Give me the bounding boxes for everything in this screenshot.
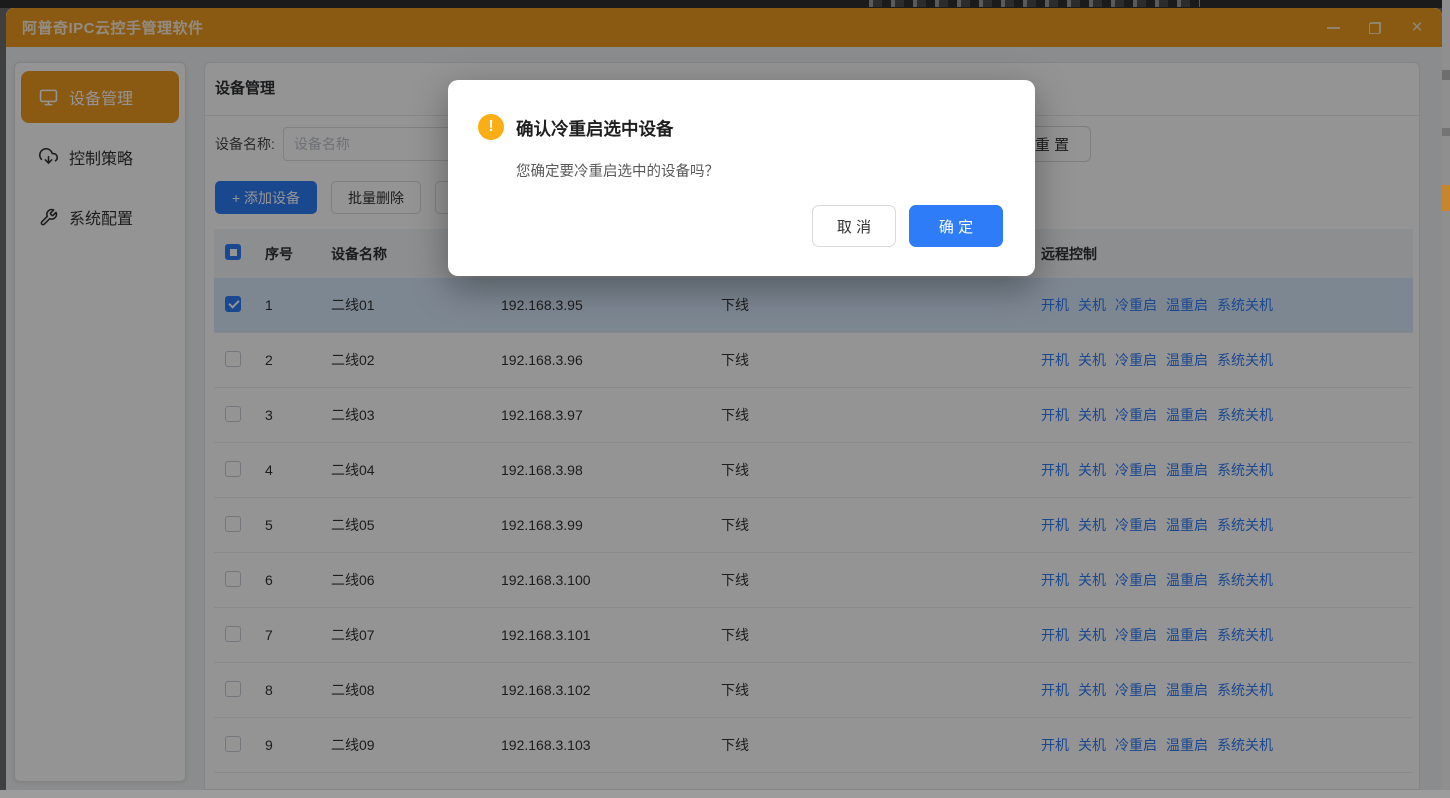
dialog-message: 您确定要冷重启选中的设备吗？	[516, 160, 719, 181]
confirm-dialog: ! 确认冷重启选中设备 您确定要冷重启选中的设备吗？ 取 消 确 定	[448, 80, 1035, 276]
background-window-edge-right	[1442, 0, 1450, 798]
cancel-button[interactable]: 取 消	[812, 205, 896, 247]
dialog-buttons: 取 消 确 定	[812, 205, 1003, 247]
warning-icon: !	[478, 114, 504, 140]
confirm-button[interactable]: 确 定	[909, 205, 1003, 247]
background-window-fragment	[860, 0, 1200, 7]
edge-tick	[1442, 128, 1450, 136]
app-window: 阿普奇IPC云控手管理软件 ✕ 设备管理 控制策略 系统配置 设备管理	[6, 8, 1442, 790]
dialog-title: 确认冷重启选中设备	[516, 116, 674, 141]
edge-orange-mark	[1442, 185, 1450, 211]
background-window-edge-top	[0, 0, 1450, 8]
edge-tick	[1442, 70, 1450, 80]
desktop-edge-bottom	[0, 790, 1450, 798]
